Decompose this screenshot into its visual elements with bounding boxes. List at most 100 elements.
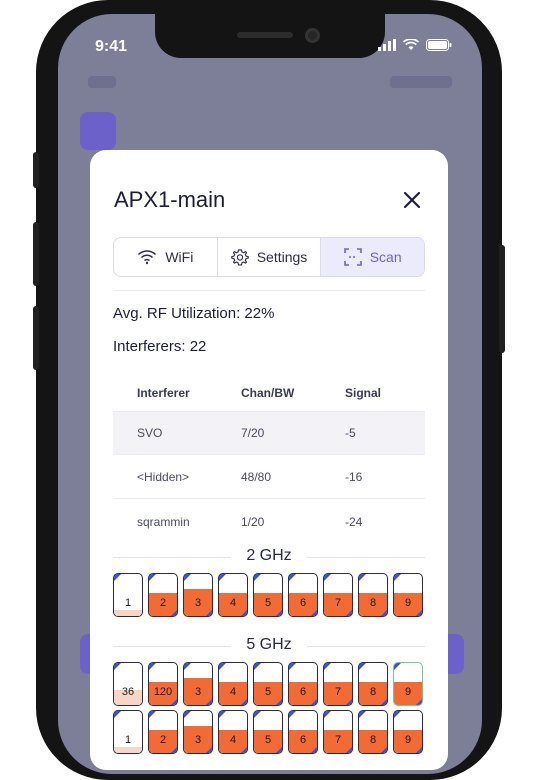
channel-number: 6 [299, 686, 307, 698]
channel-tile[interactable]: 9 [393, 710, 423, 754]
channel-number: 9 [404, 734, 412, 746]
close-icon[interactable] [400, 188, 424, 212]
channel-marker-icon [206, 699, 212, 705]
table-row[interactable]: SVO 7/20 -5 [113, 412, 425, 455]
channel-tile[interactable]: 5 [253, 662, 283, 706]
channel-marker-icon [184, 574, 191, 581]
channel-grid-5ghz-row2: 1 2 3 4 5 6 7 8 9 [113, 710, 425, 754]
channel-tile[interactable]: 5 [253, 710, 283, 754]
header-interferer: Interferer [137, 386, 190, 400]
channel-tile[interactable]: 9 [393, 573, 423, 617]
table-row[interactable]: <Hidden> 48/80 -16 [113, 456, 425, 499]
channel-marker-icon [206, 610, 212, 616]
channel-marker-icon [416, 610, 422, 616]
channel-tile[interactable]: 2 [148, 710, 178, 754]
channel-tile[interactable]: 2 [148, 573, 178, 617]
channel-tile[interactable]: 1 [113, 573, 143, 617]
channel-tile[interactable]: 3 [183, 573, 213, 617]
channel-marker-icon [276, 699, 282, 705]
channel-marker-icon [416, 747, 422, 753]
channel-number: 36 [121, 686, 135, 698]
channel-marker-icon [171, 610, 177, 616]
channel-marker-icon [114, 574, 121, 581]
channel-tile[interactable]: 8 [358, 573, 388, 617]
channel-marker-icon [254, 663, 261, 670]
channel-marker-icon [346, 610, 352, 616]
divider [113, 290, 425, 291]
channel-tile[interactable]: 3 [183, 710, 213, 754]
channel-number: 3 [194, 734, 202, 746]
channel-tile[interactable]: 3 [183, 662, 213, 706]
channel-tile[interactable]: 8 [358, 662, 388, 706]
channel-number: 3 [194, 597, 202, 609]
channel-number: 120 [153, 686, 173, 698]
channel-tile[interactable]: 7 [323, 662, 353, 706]
channel-tile[interactable]: 8 [358, 710, 388, 754]
background-header-left [88, 76, 116, 88]
cell-chan-bw: 48/80 [241, 470, 272, 484]
channel-marker-icon [359, 711, 366, 718]
channel-marker-icon [114, 663, 121, 670]
channel-marker-icon [276, 747, 282, 753]
channel-number: 7 [334, 734, 342, 746]
channel-tile[interactable]: 9 [393, 662, 423, 706]
channel-marker-icon [219, 663, 226, 670]
band-2ghz-label: 2 GHz [113, 547, 425, 567]
wifi-icon [138, 250, 157, 265]
channel-tile[interactable]: 5 [253, 573, 283, 617]
scan-icon [343, 248, 362, 266]
channel-number: 2 [159, 734, 167, 746]
cell-chan-bw: 7/20 [241, 426, 265, 440]
tab-settings[interactable]: Settings [218, 238, 322, 276]
channel-tile[interactable]: 4 [218, 662, 248, 706]
channel-tile[interactable]: 6 [288, 573, 318, 617]
channel-marker-icon [149, 663, 156, 670]
channel-marker-icon [289, 711, 296, 718]
band-2ghz-text: 2 GHz [246, 547, 292, 564]
channel-number: 9 [404, 597, 412, 609]
channel-marker-icon [114, 711, 121, 718]
channel-marker-icon [394, 711, 401, 718]
cell-chan-bw: 1/20 [241, 514, 265, 529]
header-signal: Signal [345, 386, 382, 400]
cell-interferer: sqrammin [137, 514, 190, 529]
channel-marker-icon [381, 699, 387, 705]
channel-number: 1 [124, 597, 132, 609]
modal-title: APX1-main [114, 187, 226, 212]
channel-marker-icon [346, 699, 352, 705]
channel-marker-icon [311, 610, 317, 616]
cell-signal: -24 [345, 514, 363, 529]
channel-tile[interactable]: 1 [113, 710, 143, 754]
tab-wifi-label: WiFi [165, 249, 194, 265]
channel-tile[interactable]: 4 [218, 710, 248, 754]
speaker [237, 32, 293, 38]
channel-number: 8 [369, 597, 377, 609]
channel-tile[interactable]: 7 [323, 573, 353, 617]
channel-marker-icon [359, 574, 366, 581]
tab-settings-label: Settings [256, 249, 308, 265]
channel-tile[interactable]: 7 [323, 710, 353, 754]
channel-number: 5 [264, 734, 272, 746]
avg-rf-utilization: Avg. RF Utilization: 22% [113, 305, 275, 322]
channel-tile[interactable]: 120 [148, 662, 178, 706]
mute-switch [33, 152, 39, 188]
tab-wifi[interactable]: WiFi [114, 238, 218, 276]
table-row[interactable]: sqrammin 1/20 -24 [113, 500, 425, 543]
channel-grid-2ghz: 1 2 3 4 5 6 7 8 9 [113, 573, 425, 617]
cell-interferer: <Hidden> [137, 470, 190, 484]
tab-scan[interactable]: Scan [321, 238, 424, 276]
status-icons [378, 39, 452, 51]
channel-tile[interactable]: 36 [113, 662, 143, 706]
header-chan-bw: Chan/BW [241, 386, 295, 400]
channel-tile[interactable]: 4 [218, 573, 248, 617]
channel-tile[interactable]: 6 [288, 710, 318, 754]
channel-marker-icon [241, 699, 247, 705]
interferers-count: Interferers: 22 [113, 338, 207, 355]
channel-tile[interactable]: 6 [288, 662, 318, 706]
channel-utilization-fill [114, 609, 142, 616]
channel-number: 1 [124, 734, 132, 746]
channel-marker-icon [394, 663, 401, 670]
channel-marker-icon [171, 699, 177, 705]
channel-marker-icon [324, 663, 331, 670]
channel-marker-icon [324, 574, 331, 581]
